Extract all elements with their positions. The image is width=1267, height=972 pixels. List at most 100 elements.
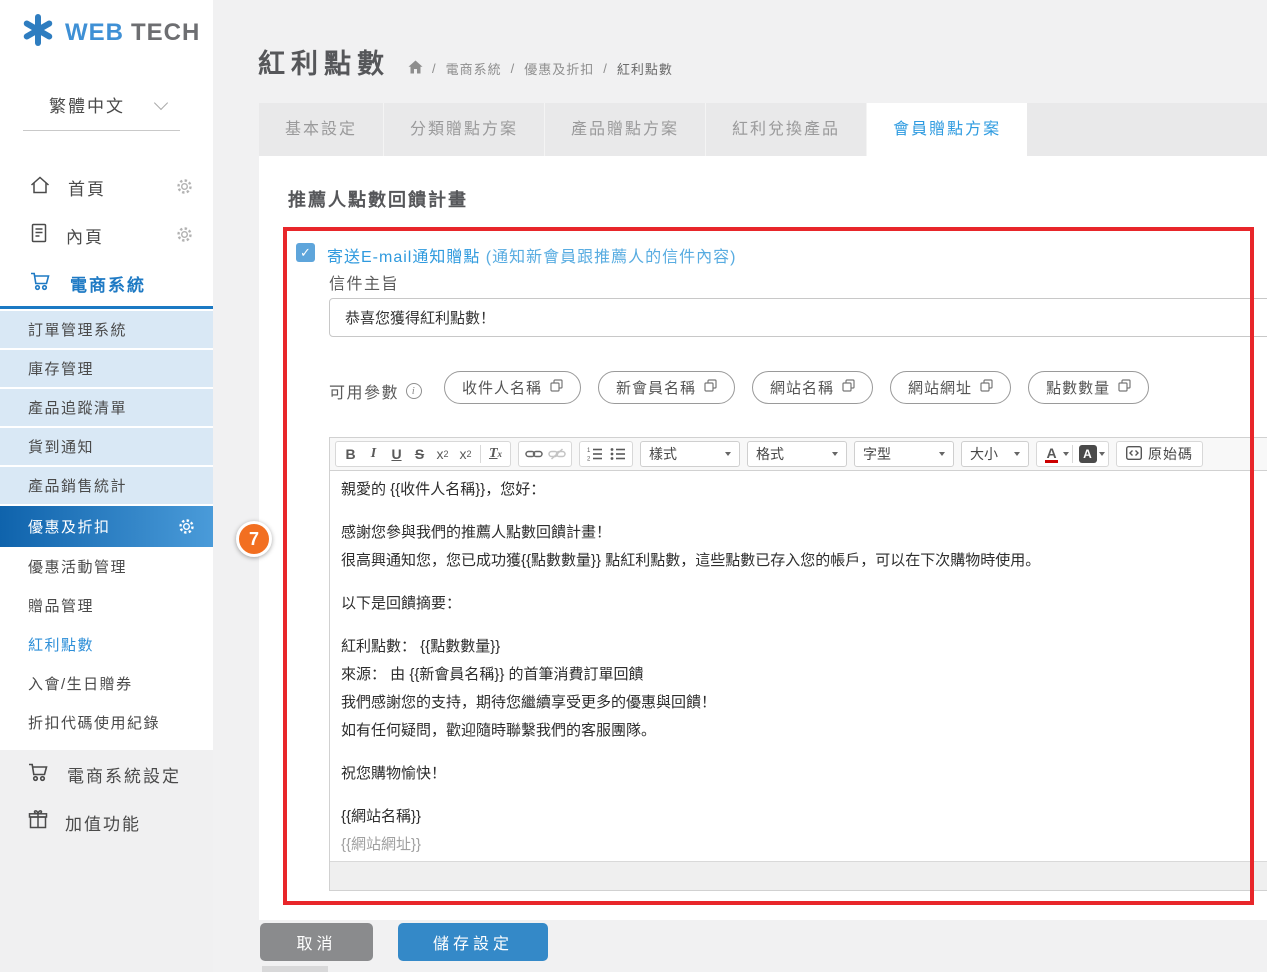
- sidebar-item-ecommerce-settings[interactable]: 電商系統設定: [0, 752, 213, 796]
- sidebar-item-product-tracking[interactable]: 產品追蹤清單: [0, 389, 213, 428]
- editor-content[interactable]: 親愛的 {{收件人名稱}}，您好： 感謝您參與我們的推薦人點數回饋計畫！ 很高興…: [330, 471, 1267, 861]
- breadcrumb-separator: /: [511, 61, 516, 76]
- format-dropdown[interactable]: 格式: [747, 441, 847, 467]
- source-code-icon: [1126, 446, 1142, 463]
- param-site-name-button[interactable]: 網站名稱: [752, 371, 873, 404]
- sidebar-item-addons[interactable]: 加值功能: [0, 800, 213, 844]
- sidebar-item-birthday-coupon[interactable]: 入會/生日贈券: [0, 664, 213, 703]
- italic-button[interactable]: I: [362, 442, 385, 466]
- sidebar-item-ecommerce[interactable]: 電商系統: [0, 259, 213, 307]
- home-icon: [29, 174, 51, 201]
- remove-format-button[interactable]: Tx: [484, 442, 507, 466]
- strikethrough-button[interactable]: S: [408, 442, 431, 466]
- sidebar-item-home[interactable]: 首頁: [0, 163, 213, 211]
- editor-line: 很高興通知您，您已成功獲{{點數數量}} 點紅利點數，這些點數已存入您的帳戶，可…: [341, 547, 1267, 575]
- gear-icon[interactable]: [176, 226, 193, 248]
- caret-down-icon[interactable]: [1063, 452, 1069, 456]
- text-color-button[interactable]: A: [1040, 442, 1063, 466]
- copy-icon: [1118, 379, 1131, 396]
- editor-line: 如有任何疑問，歡迎隨時聯繫我們的客服團隊。: [341, 717, 1267, 745]
- breadcrumb-item[interactable]: 電商系統: [446, 59, 502, 78]
- caret-down-icon[interactable]: [1099, 452, 1105, 456]
- annotation-step-badge: 7: [236, 521, 272, 557]
- tab-redeem-products[interactable]: 紅利兌換產品: [706, 103, 867, 156]
- list-group: 12: [579, 441, 633, 467]
- sidebar-item-bonus-points[interactable]: 紅利點數: [0, 625, 213, 664]
- breadcrumb-separator: /: [432, 61, 437, 76]
- bold-button[interactable]: B: [339, 442, 362, 466]
- chevron-down-icon: [154, 95, 168, 109]
- editor-line: [341, 618, 1267, 633]
- params-label: 可用參數 i: [329, 379, 422, 403]
- brand-name-secondary: TECH: [131, 19, 200, 47]
- email-notify-checkbox[interactable]: ✓: [296, 243, 315, 262]
- cart-icon: [29, 270, 53, 297]
- param-recipient-name-button[interactable]: 收件人名稱: [444, 371, 581, 404]
- caret-down-icon: [725, 452, 731, 456]
- sidebar-item-discount-code-log[interactable]: 折扣代碼使用紀錄: [0, 703, 213, 742]
- underline-button[interactable]: U: [385, 442, 408, 466]
- sidebar-item-arrival-notice[interactable]: 貨到通知: [0, 428, 213, 467]
- gear-icon[interactable]: [176, 178, 193, 200]
- home-breadcrumb-icon[interactable]: [408, 60, 423, 77]
- numbered-list-icon[interactable]: 12: [583, 442, 606, 466]
- section-title: 推薦人點數回饋計畫: [288, 186, 468, 212]
- editor-line: 來源： 由 {{新會員名稱}} 的首筆消費訂單回饋: [341, 661, 1267, 689]
- copy-icon: [704, 379, 717, 396]
- editor-line: 感謝您參與我們的推薦人點數回饋計畫！: [341, 519, 1267, 547]
- save-settings-button[interactable]: 儲存設定: [398, 923, 548, 961]
- tab-member-points-active[interactable]: 會員贈點方案: [867, 103, 1027, 160]
- text-style-group: B I U S x2 x2 Tx: [335, 441, 511, 467]
- font-dropdown[interactable]: 字型: [854, 441, 954, 467]
- sidebar-item-discounts-active[interactable]: 優惠及折扣: [0, 506, 213, 547]
- cancel-button[interactable]: 取消: [260, 923, 373, 961]
- sidebar-item-inner-pages[interactable]: 內頁: [0, 211, 213, 259]
- sidebar-item-order-management[interactable]: 訂單管理系統: [0, 311, 213, 350]
- bulleted-list-icon[interactable]: [606, 442, 629, 466]
- copy-icon: [842, 379, 855, 396]
- sidebar-submenu: 訂單管理系統 庫存管理 產品追蹤清單 貨到通知 產品銷售統計 優惠及折扣 優惠活…: [0, 311, 213, 742]
- caret-down-icon: [939, 452, 945, 456]
- brand-logo: WEB TECH: [20, 12, 200, 53]
- styles-dropdown[interactable]: 樣式: [640, 441, 740, 467]
- sidebar-item-gift-management[interactable]: 贈品管理: [0, 586, 213, 625]
- tab-category-points[interactable]: 分類贈點方案: [384, 103, 545, 156]
- tab-basic-settings[interactable]: 基本設定: [259, 103, 384, 156]
- check-icon: ✓: [300, 245, 311, 261]
- editor-line: {{網站網址}}: [341, 831, 1267, 859]
- editor-line: 我們感謝您的支持，期待您繼續享受更多的優惠與回饋！: [341, 689, 1267, 717]
- editor-line: 紅利點數： {{點數數量}}: [341, 633, 1267, 661]
- editor-line: [341, 788, 1267, 803]
- breadcrumb-item-current: 紅利點數: [617, 59, 673, 78]
- unlink-icon[interactable]: [545, 442, 568, 466]
- svg-text:2: 2: [587, 457, 591, 462]
- tab-product-points[interactable]: 產品贈點方案: [545, 103, 706, 156]
- size-dropdown[interactable]: 大小: [961, 441, 1029, 467]
- sidebar-item-label: 內頁: [66, 223, 104, 248]
- gear-icon[interactable]: [178, 518, 195, 539]
- copy-icon: [980, 379, 993, 396]
- app-root: WEB TECH 繁體中文 首頁: [0, 0, 1267, 972]
- subscript-button[interactable]: x2: [431, 442, 454, 466]
- editor-line: {{網站名稱}}: [341, 803, 1267, 831]
- link-icon[interactable]: [522, 442, 545, 466]
- breadcrumb-item[interactable]: 優惠及折扣: [524, 59, 594, 78]
- param-new-member-name-button[interactable]: 新會員名稱: [598, 371, 735, 404]
- link-group: [518, 441, 572, 467]
- param-site-url-button[interactable]: 網站網址: [890, 371, 1011, 404]
- email-notify-label: 寄送E-mail通知贈點 (通知新會員跟推薦人的信件內容): [327, 243, 736, 267]
- language-selector[interactable]: 繁體中文: [23, 92, 180, 131]
- sidebar-item-label: 加值功能: [65, 810, 141, 835]
- info-icon[interactable]: i: [406, 383, 422, 399]
- source-code-button[interactable]: 原始碼: [1116, 441, 1203, 467]
- superscript-button[interactable]: x2: [454, 442, 477, 466]
- subject-input[interactable]: [329, 298, 1267, 337]
- sidebar-item-promo-management[interactable]: 優惠活動管理: [0, 547, 213, 586]
- sidebar: WEB TECH 繁體中文 首頁: [0, 0, 213, 972]
- bottom-cutoff-element: [262, 966, 328, 972]
- bg-color-button[interactable]: A: [1076, 442, 1099, 466]
- editor-toolbar: B I U S x2 x2 Tx 12: [330, 438, 1267, 471]
- param-points-amount-button[interactable]: 點數數量: [1028, 371, 1149, 404]
- sidebar-item-inventory[interactable]: 庫存管理: [0, 350, 213, 389]
- sidebar-item-sales-stats[interactable]: 產品銷售統計: [0, 467, 213, 506]
